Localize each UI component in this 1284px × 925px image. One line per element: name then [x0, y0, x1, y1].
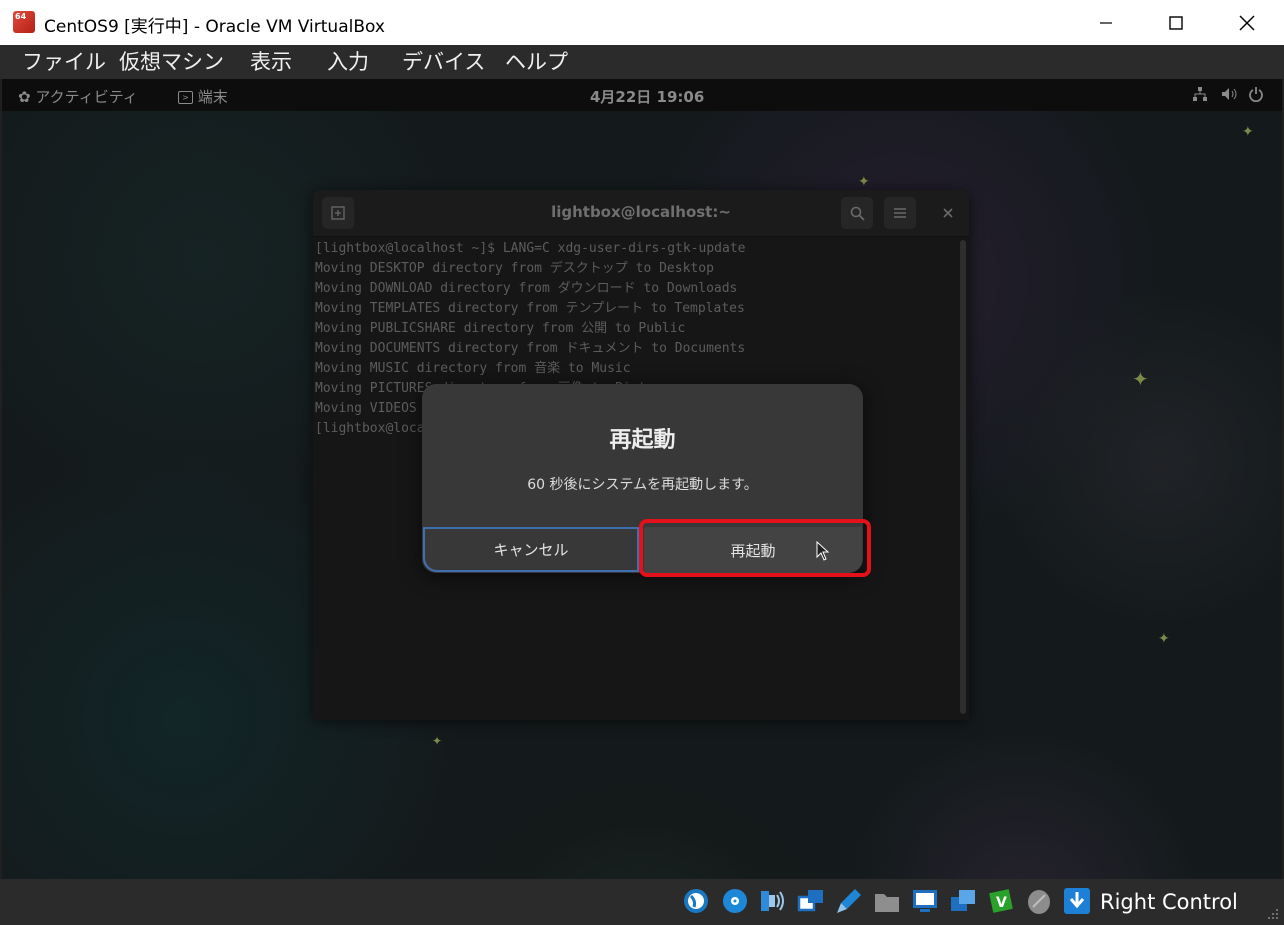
terminal-line: Moving MUSIC directory from 音楽 to Music — [315, 361, 631, 376]
activities-button[interactable]: ✿ アクティビティ — [18, 86, 138, 107]
search-button[interactable] — [841, 197, 873, 229]
vm-screen[interactable]: ✦ ✦ ✦ ✦ ✦ ✿ アクティビティ > 端末 4月22日 19:06 lig… — [2, 79, 1282, 879]
network-wired-icon[interactable] — [1192, 86, 1208, 106]
volume-icon[interactable] — [1220, 86, 1238, 106]
audio-icon[interactable] — [759, 887, 787, 915]
virtualbox-app-icon: 64 — [13, 11, 35, 33]
menu-help[interactable]: ヘルプ — [505, 47, 568, 77]
terminal-line: Moving DOWNLOAD directory from ダウンロード to… — [315, 281, 738, 296]
menu-devices[interactable]: デバイス — [402, 47, 485, 77]
menu-input[interactable]: 入力 — [327, 47, 369, 77]
resize-grip-icon[interactable] — [1266, 907, 1280, 921]
wallpaper-star: ✦ — [1132, 367, 1149, 391]
vbox-statusbar: V Right Control — [0, 879, 1284, 925]
dialog-message: 60 秒後にシステムを再起動します。 — [527, 477, 758, 493]
terminal-close-button[interactable] — [932, 197, 964, 229]
terminal-headerbar: lightbox@localhost:~ — [313, 190, 969, 237]
close-button[interactable] — [1212, 0, 1282, 45]
window-titlebar: 64 CentOS9 [実行中] - Oracle VM VirtualBox — [0, 0, 1284, 45]
menu-machine[interactable]: 仮想マシン — [119, 47, 224, 77]
minimize-icon — [1100, 21, 1112, 24]
video-capture-icon[interactable] — [949, 887, 977, 915]
hamburger-icon — [894, 208, 906, 218]
host-key-label: Right Control — [1100, 890, 1238, 914]
wallpaper-star: ✦ — [1242, 124, 1254, 140]
svg-text:V: V — [996, 895, 1007, 911]
dialog-title: 再起動 — [609, 428, 676, 453]
maximize-button[interactable] — [1141, 0, 1211, 45]
terminal-line: Moving DOCUMENTS directory from ドキュメント t… — [315, 341, 746, 356]
menubar: ファイル 仮想マシン 表示 入力 デバイス ヘルプ — [0, 45, 1284, 79]
optical-drive-icon[interactable] — [721, 887, 749, 915]
search-icon — [850, 206, 865, 221]
shared-folders-icon[interactable] — [873, 887, 901, 915]
terminal-line: [lightbox@localhost ~]$ LANG=C xdg-user-… — [315, 241, 746, 256]
menu-button[interactable] — [884, 197, 916, 229]
cancel-button[interactable]: キャンセル — [423, 527, 639, 572]
wallpaper-star: ✦ — [1158, 631, 1170, 647]
gnome-topbar: ✿ アクティビティ > 端末 4月22日 19:06 — [2, 79, 1282, 111]
close-icon — [943, 208, 953, 218]
highlight-annotation — [639, 519, 871, 577]
menu-file[interactable]: ファイル — [22, 47, 106, 77]
cpu-icon[interactable]: V — [987, 887, 1015, 915]
minimize-button[interactable] — [1071, 0, 1141, 45]
network-icon[interactable] — [797, 887, 825, 915]
terminal-line: Moving TEMPLATES directory from テンプレート t… — [315, 301, 745, 316]
mouse-cursor-icon — [816, 541, 830, 561]
wallpaper-star: ✦ — [858, 174, 870, 190]
window-title: CentOS9 [実行中] - Oracle VM VirtualBox — [44, 17, 385, 37]
keyboard-capture-icon[interactable] — [1063, 887, 1091, 915]
gnome-foot-icon: ✿ — [18, 88, 31, 106]
hard-disk-icon[interactable] — [682, 887, 710, 915]
terminal-scrollbar[interactable] — [960, 240, 966, 714]
terminal-line: Moving PUBLICSHARE directory from 公開 to … — [315, 321, 686, 336]
wallpaper-star: ✦ — [432, 734, 443, 748]
close-icon — [1239, 15, 1255, 30]
usb-icon[interactable] — [835, 887, 863, 915]
app-menu-terminal[interactable]: > 端末 — [178, 86, 228, 107]
terminal-icon: > — [178, 91, 193, 104]
maximize-icon — [1169, 15, 1183, 30]
menu-view[interactable]: 表示 — [250, 47, 292, 77]
clock[interactable]: 4月22日 19:06 — [590, 86, 704, 107]
display-icon[interactable] — [911, 887, 939, 915]
terminal-line: Moving DESKTOP directory from デスクトップ to … — [315, 261, 714, 276]
mouse-integration-icon[interactable] — [1025, 887, 1053, 915]
power-icon[interactable] — [1248, 86, 1264, 106]
